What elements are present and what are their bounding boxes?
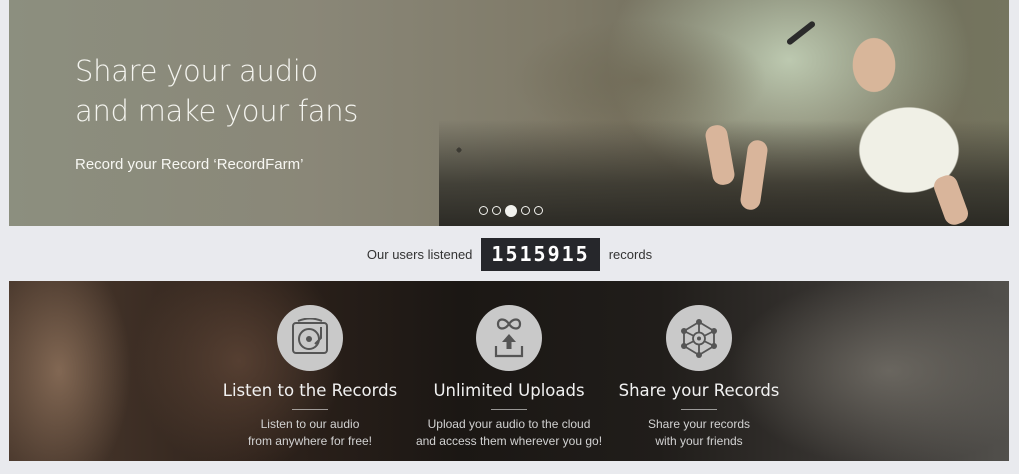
hero-title-line-1: Share your audio	[75, 54, 318, 88]
slider-dot-5[interactable]	[534, 206, 543, 215]
slider-dot-4[interactable]	[521, 206, 530, 215]
upload-infinity-icon[interactable]	[476, 305, 542, 371]
slider-pagination	[479, 204, 543, 217]
hero-singer-image	[809, 20, 1009, 226]
counter-prefix: Our users listened	[366, 246, 473, 262]
hero-title: Share your audio and make your fans	[75, 51, 358, 131]
hero-title-line-2: and make your fans	[75, 94, 359, 128]
feature-listen: Listen to the Records Listen to our audi…	[210, 305, 410, 450]
hero-subtitle: Record your Record ‘RecordFarm’	[75, 156, 304, 173]
share-network-icon[interactable]	[666, 305, 732, 371]
feature-description-line: and access them wherever you go!	[415, 434, 603, 448]
slider-dot-1[interactable]	[479, 206, 488, 215]
counter-value: 1515915	[481, 237, 600, 271]
feature-description: Listen to our audio from anywhere for fr…	[210, 416, 410, 450]
counter-suffix: records	[608, 246, 653, 262]
feature-divider	[491, 409, 527, 410]
listen-counter: Our users listened 1515915 records	[0, 237, 1019, 271]
feature-description-line: from anywhere for free!	[247, 434, 373, 448]
feature-description: Upload your audio to the cloud and acces…	[409, 416, 609, 450]
slider-dot-2[interactable]	[492, 206, 501, 215]
feature-divider	[681, 409, 717, 410]
feature-title: Listen to the Records	[222, 381, 398, 400]
feature-description: Share your records with your friends	[599, 416, 799, 450]
feature-share: Share your Records Share your records wi…	[599, 305, 799, 450]
feature-uploads: Unlimited Uploads Upload your audio to t…	[409, 305, 609, 450]
slider-dot-3-active[interactable]	[505, 204, 517, 217]
feature-title: Unlimited Uploads	[433, 381, 585, 400]
feature-description-line: Share your records	[647, 417, 751, 431]
turntable-icon[interactable]	[277, 305, 343, 371]
features-section: Listen to the Records Listen to our audi…	[9, 281, 1009, 461]
feature-divider	[292, 409, 328, 410]
feature-description-line: Listen to our audio	[260, 417, 360, 431]
hero-slider: Share your audio and make your fans Reco…	[9, 0, 1009, 226]
feature-description-line: with your friends	[655, 434, 743, 448]
feature-description-line: Upload your audio to the cloud	[427, 417, 591, 431]
feature-title: Share your Records	[618, 381, 780, 400]
